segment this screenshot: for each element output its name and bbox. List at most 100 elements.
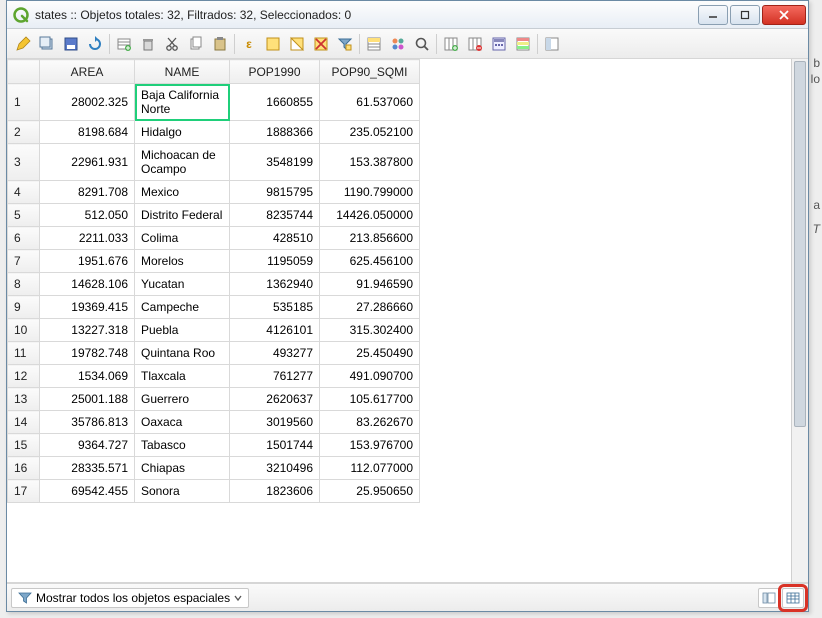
table-row[interactable]: 1769542.455Sonora182360625.950650 xyxy=(8,480,420,503)
table-row[interactable]: 62211.033Colima428510213.856600 xyxy=(8,227,420,250)
row-header[interactable]: 5 xyxy=(8,204,40,227)
table-row[interactable]: 1119782.748Quintana Roo49327725.450490 xyxy=(8,342,420,365)
table-row[interactable]: 121534.069Tlaxcala761277491.090700 xyxy=(8,365,420,388)
close-button[interactable] xyxy=(762,5,806,25)
corner-header[interactable] xyxy=(8,60,40,84)
row-header[interactable]: 12 xyxy=(8,365,40,388)
cell[interactable]: 2211.033 xyxy=(40,227,135,250)
table-row[interactable]: 1628335.571Chiapas3210496112.077000 xyxy=(8,457,420,480)
row-header[interactable]: 3 xyxy=(8,144,40,181)
cell[interactable]: 315.302400 xyxy=(320,319,420,342)
paste-icon[interactable] xyxy=(210,34,230,54)
cell[interactable]: 1823606 xyxy=(230,480,320,503)
cell[interactable]: Oaxaca xyxy=(135,411,230,434)
cell[interactable]: 69542.455 xyxy=(40,480,135,503)
cell[interactable]: Mexico xyxy=(135,181,230,204)
row-header[interactable]: 13 xyxy=(8,388,40,411)
table-row[interactable]: 28198.684Hidalgo1888366235.052100 xyxy=(8,121,420,144)
cell[interactable]: Colima xyxy=(135,227,230,250)
dock-icon[interactable] xyxy=(542,34,562,54)
cell[interactable]: 1362940 xyxy=(230,273,320,296)
cell[interactable]: 512.050 xyxy=(40,204,135,227)
cell[interactable]: 625.456100 xyxy=(320,250,420,273)
cell[interactable]: 2620637 xyxy=(230,388,320,411)
row-header[interactable]: 16 xyxy=(8,457,40,480)
table-row[interactable]: 919369.415Campeche53518527.286660 xyxy=(8,296,420,319)
table-row[interactable]: 5512.050Distrito Federal823574414426.050… xyxy=(8,204,420,227)
row-header[interactable]: 6 xyxy=(8,227,40,250)
row-header[interactable]: 14 xyxy=(8,411,40,434)
cell[interactable]: 1660855 xyxy=(230,84,320,121)
cell[interactable]: Puebla xyxy=(135,319,230,342)
row-header[interactable]: 1 xyxy=(8,84,40,121)
cell[interactable]: Sonora xyxy=(135,480,230,503)
table-row[interactable]: 1435786.813Oaxaca301956083.262670 xyxy=(8,411,420,434)
table-row[interactable]: 71951.676Morelos1195059625.456100 xyxy=(8,250,420,273)
cell[interactable]: Quintana Roo xyxy=(135,342,230,365)
cell[interactable]: 28002.325 xyxy=(40,84,135,121)
table-row[interactable]: 814628.106Yucatan136294091.946590 xyxy=(8,273,420,296)
table-row[interactable]: 1325001.188Guerrero2620637105.617700 xyxy=(8,388,420,411)
cell[interactable]: 83.262670 xyxy=(320,411,420,434)
expr-selection-icon[interactable]: ε xyxy=(239,34,259,54)
row-header[interactable]: 2 xyxy=(8,121,40,144)
cell[interactable]: 1534.069 xyxy=(40,365,135,388)
cell[interactable]: 3548199 xyxy=(230,144,320,181)
multi-edit-icon[interactable] xyxy=(37,34,57,54)
cell[interactable]: 9815795 xyxy=(230,181,320,204)
row-header[interactable]: 9 xyxy=(8,296,40,319)
cell[interactable]: 28335.571 xyxy=(40,457,135,480)
pan-to-icon[interactable] xyxy=(388,34,408,54)
cell[interactable]: 535185 xyxy=(230,296,320,319)
row-header[interactable]: 11 xyxy=(8,342,40,365)
cell[interactable]: 14426.050000 xyxy=(320,204,420,227)
copy-icon[interactable] xyxy=(186,34,206,54)
table-scroll-area[interactable]: AREANAMEPOP1990POP90_SQMI 128002.325Baja… xyxy=(7,59,808,583)
filter-selection-icon[interactable] xyxy=(335,34,355,54)
column-header[interactable]: NAME xyxy=(135,60,230,84)
cell[interactable]: 35786.813 xyxy=(40,411,135,434)
field-calc-icon[interactable] xyxy=(489,34,509,54)
cell[interactable]: 25.950650 xyxy=(320,480,420,503)
filter-dropdown[interactable]: Mostrar todos los objetos espaciales xyxy=(11,588,249,608)
cell[interactable]: 112.077000 xyxy=(320,457,420,480)
cell[interactable]: Campeche xyxy=(135,296,230,319)
save-icon[interactable] xyxy=(61,34,81,54)
cell[interactable]: 19369.415 xyxy=(40,296,135,319)
cell[interactable]: 9364.727 xyxy=(40,434,135,457)
cell[interactable]: 8198.684 xyxy=(40,121,135,144)
form-view-button[interactable] xyxy=(758,588,780,608)
invert-selection-icon[interactable] xyxy=(287,34,307,54)
cell[interactable]: 22961.931 xyxy=(40,144,135,181)
cell[interactable]: 105.617700 xyxy=(320,388,420,411)
reload-icon[interactable] xyxy=(85,34,105,54)
pencil-icon[interactable] xyxy=(13,34,33,54)
cut-icon[interactable] xyxy=(162,34,182,54)
cell[interactable]: 1501744 xyxy=(230,434,320,457)
row-header[interactable]: 15 xyxy=(8,434,40,457)
cell[interactable]: 3210496 xyxy=(230,457,320,480)
cell[interactable]: Distrito Federal xyxy=(135,204,230,227)
cell[interactable]: Tlaxcala xyxy=(135,365,230,388)
cell[interactable]: 27.286660 xyxy=(320,296,420,319)
cell[interactable]: 4126101 xyxy=(230,319,320,342)
cell[interactable]: 213.856600 xyxy=(320,227,420,250)
cell[interactable]: Yucatan xyxy=(135,273,230,296)
cell[interactable]: 8291.708 xyxy=(40,181,135,204)
minimize-button[interactable] xyxy=(698,5,728,25)
cell[interactable]: 19782.748 xyxy=(40,342,135,365)
scrollbar-thumb[interactable] xyxy=(794,61,806,427)
cell[interactable]: 1951.676 xyxy=(40,250,135,273)
table-row[interactable]: 48291.708Mexico98157951190.799000 xyxy=(8,181,420,204)
deselect-icon[interactable] xyxy=(311,34,331,54)
row-header[interactable]: 7 xyxy=(8,250,40,273)
cell[interactable]: 61.537060 xyxy=(320,84,420,121)
cell[interactable]: Michoacan de Ocampo xyxy=(135,144,230,181)
cell[interactable]: Morelos xyxy=(135,250,230,273)
cell[interactable]: 13227.318 xyxy=(40,319,135,342)
cell[interactable]: 25001.188 xyxy=(40,388,135,411)
cell[interactable]: Hidalgo xyxy=(135,121,230,144)
cell[interactable]: 761277 xyxy=(230,365,320,388)
row-header[interactable]: 4 xyxy=(8,181,40,204)
table-row[interactable]: 159364.727Tabasco1501744153.976700 xyxy=(8,434,420,457)
